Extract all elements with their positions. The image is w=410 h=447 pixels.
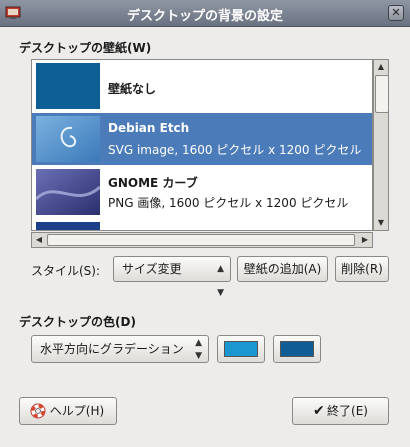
dropdown-arrows-icon: ▲ ▼ [217,264,224,298]
wallpaper-thumbnail [36,222,100,230]
scroll-left-arrow-icon[interactable]: ◀ [32,233,46,247]
wallpaper-item-title: GNOME カーブ [108,176,198,190]
wallpaper-item-gnome-curves[interactable]: GNOME カーブ PNG 画像, 1600 ピクセル x 1200 ピクセル [32,166,372,218]
secondary-color-swatch [280,341,314,357]
secondary-color-button[interactable] [273,335,321,363]
primary-color-swatch [224,341,258,357]
scroll-right-arrow-icon[interactable]: ▶ [358,233,372,247]
primary-color-button[interactable] [217,335,265,363]
wallpaper-thumbnail [36,63,100,109]
close-button-label: 終了(E) [327,404,368,418]
scroll-down-arrow-icon[interactable]: ▼ [374,216,388,230]
wallpaper-list-vscrollbar[interactable]: ▲ ▼ [373,59,389,231]
style-dropdown-value: サイズ変更 [122,262,182,276]
style-label: スタイル(S): [31,264,101,278]
wallpaper-thumbnail [36,169,100,215]
help-button-label: ヘルプ(H) [49,404,105,418]
wallpaper-item-detail: PNG 画像, 1600 ピクセル x 1200 ピクセル [108,196,349,210]
gradient-dropdown[interactable]: 水平方向にグラデーション ▲ ▼ [31,335,209,363]
window-title: デスクトップの背景の設定 [126,9,283,24]
vscroll-thumb[interactable] [375,75,389,113]
title-bar: デスクトップの背景の設定 ✕ [0,0,410,27]
style-dropdown[interactable]: サイズ変更 ▲ ▼ [113,256,231,298]
checkmark-icon: ✔ [313,403,325,419]
window-close-button[interactable]: ✕ [388,5,404,21]
wallpaper-item-debian-etch[interactable]: Debian Etch SVG image, 1600 ピクセル x 1200 … [32,113,372,165]
wallpaper-heading: デスクトップの壁紙(W) [19,41,152,55]
wallpaper-item-title: 壁紙なし [108,82,157,96]
color-heading: デスクトップの色(D) [19,315,136,329]
close-button[interactable]: ✔ 終了(E) [292,397,389,425]
scroll-up-arrow-icon[interactable]: ▲ [374,60,388,74]
help-button[interactable]: ヘルプ(H) [19,397,117,425]
dropdown-arrows-icon: ▲ ▼ [195,338,202,361]
wallpaper-item-partial[interactable] [32,219,372,230]
delete-wallpaper-button[interactable]: 削除(R) [335,256,389,282]
wallpaper-item-none[interactable]: 壁紙なし [32,60,372,112]
lifebuoy-icon [30,403,46,419]
gradient-dropdown-value: 水平方向にグラデーション [40,342,184,356]
wallpaper-thumbnail [36,116,100,162]
add-wallpaper-button[interactable]: 壁紙の追加(A) [237,256,328,282]
wallpaper-list-hscrollbar[interactable]: ◀ ▶ [31,232,373,248]
wallpaper-item-title: Debian Etch [108,121,190,135]
wallpaper-list[interactable]: 壁紙なし Debian Etch SVG image, 1600 ピクセル x … [31,59,373,231]
hscroll-thumb[interactable] [47,234,355,246]
wallpaper-item-detail: SVG image, 1600 ピクセル x 1200 ピクセル [108,143,362,157]
